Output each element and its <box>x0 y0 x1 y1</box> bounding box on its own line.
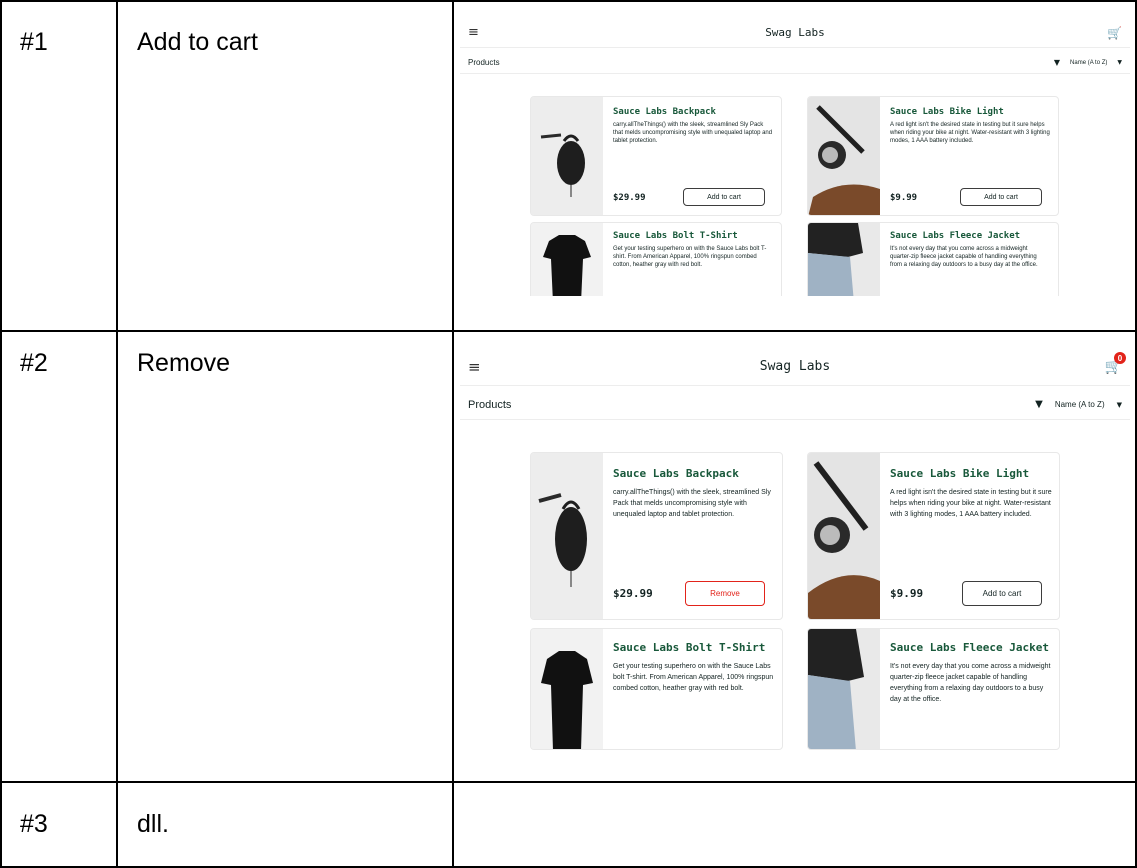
item-description: carry.allTheThings() with the sleek, str… <box>613 489 771 518</box>
hamburger-icon[interactable]: ≡ <box>468 358 481 376</box>
product-image-fleece-jacket[interactable] <box>808 629 880 749</box>
sort-value: Name (A to Z) <box>1070 59 1108 66</box>
product-image-tshirt[interactable] <box>531 223 603 296</box>
item-description: A red light isn't the desired state in t… <box>890 489 1052 518</box>
row-number: #1 <box>20 28 48 56</box>
item-description: Get your testing superhero on with the S… <box>613 663 774 692</box>
screenshot-remove: ≡ Swag Labs 🛒 0 Products ▼ Name (A to Z)… <box>460 348 1130 750</box>
row-number: #3 <box>20 810 48 838</box>
sort-value: Name (A to Z) <box>1054 400 1105 409</box>
item-body: Sauce Labs Fleece Jacket It's not every … <box>880 223 1058 296</box>
item-body: Sauce Labs Bike Light A red light isn't … <box>880 453 1059 619</box>
app-header: ≡ Swag Labs 🛒 0 <box>460 348 1130 386</box>
screenshot-add-to-cart: ≡ Swag Labs 🛒 Products ▼ Name (A to Z) ▼… <box>460 18 1130 296</box>
item-name-link[interactable]: Sauce Labs Bolt T-Shirt <box>613 641 765 654</box>
inventory-item: Sauce Labs Bike Light A red light isn't … <box>807 96 1059 216</box>
chevron-down-icon: ▼ <box>1117 59 1122 66</box>
fleece-jacket-image <box>808 629 880 749</box>
item-description: carry.allTheThings() with the sleek, str… <box>613 122 773 144</box>
product-image-bike-light[interactable] <box>808 453 880 619</box>
product-image-backpack[interactable] <box>531 97 603 215</box>
page-title: Products <box>468 58 500 67</box>
item-body: Sauce Labs Backpack carry.allTheThings()… <box>603 97 781 215</box>
item-description: Get your testing superhero on with the S… <box>613 246 767 268</box>
item-price: $29.99 <box>613 193 646 203</box>
sort-select[interactable]: ▼ Name (A to Z) ▼ <box>1035 399 1122 410</box>
row-label: Add to cart <box>137 28 258 56</box>
row-label: dll. <box>137 810 169 838</box>
products-subheader: Products ▼ Name (A to Z) ▼ <box>460 390 1130 420</box>
products-subheader: Products ▼ Name (A to Z) ▼ <box>460 52 1130 74</box>
inventory-item: Sauce Labs Fleece Jacket It's not every … <box>807 628 1060 750</box>
app-title: Swag Labs <box>765 26 825 39</box>
fleece-jacket-image <box>808 223 880 296</box>
table-border-left <box>0 0 2 868</box>
item-name-link[interactable]: Sauce Labs Bike Light <box>890 107 1004 117</box>
item-description: A red light isn't the desired state in t… <box>890 122 1050 144</box>
item-body: Sauce Labs Bike Light A red light isn't … <box>880 97 1058 215</box>
tshirt-image <box>531 629 603 749</box>
item-body: Sauce Labs Fleece Jacket It's not every … <box>880 629 1059 749</box>
table-row-divider <box>0 781 1137 783</box>
item-body: Sauce Labs Bolt T-Shirt Get your testing… <box>603 223 781 296</box>
inventory-item: Sauce Labs Bolt T-Shirt Get your testing… <box>530 222 782 296</box>
cart-badge: 0 <box>1114 352 1126 364</box>
inventory-item: Sauce Labs Backpack carry.allTheThings()… <box>530 452 783 620</box>
tshirt-image <box>531 223 603 296</box>
product-image-backpack[interactable] <box>531 453 603 619</box>
bike-light-image <box>808 453 880 619</box>
chevron-down-icon: ▼ <box>1116 400 1122 409</box>
item-name-link[interactable]: Sauce Labs Fleece Jacket <box>890 641 1049 654</box>
inventory-item: Sauce Labs Bike Light A red light isn't … <box>807 452 1060 620</box>
table-col-divider <box>452 0 454 868</box>
item-body: Sauce Labs Backpack carry.allTheThings()… <box>603 453 782 619</box>
cart-icon[interactable]: 🛒 <box>1107 26 1122 40</box>
inventory-item: Sauce Labs Backpack carry.allTheThings()… <box>530 96 782 216</box>
bike-light-image <box>808 97 880 215</box>
item-name-link[interactable]: Sauce Labs Bolt T-Shirt <box>613 231 738 241</box>
item-description: It's not every day that you come across … <box>890 663 1051 703</box>
filter-icon: ▼ <box>1035 399 1043 410</box>
add-to-cart-button[interactable]: Add to cart <box>683 188 765 206</box>
row-number: #2 <box>20 349 48 377</box>
item-name-link[interactable]: Sauce Labs Bike Light <box>890 467 1029 480</box>
item-price: $29.99 <box>613 587 653 600</box>
item-body: Sauce Labs Bolt T-Shirt Get your testing… <box>603 629 782 749</box>
backpack-image <box>531 453 603 619</box>
product-image-fleece-jacket[interactable] <box>808 223 880 296</box>
add-to-cart-button[interactable]: Add to cart <box>962 581 1042 606</box>
filter-icon: ▼ <box>1053 58 1061 67</box>
page-title: Products <box>468 398 512 411</box>
item-price: $9.99 <box>890 193 918 203</box>
inventory-item: Sauce Labs Fleece Jacket It's not every … <box>807 222 1059 296</box>
add-to-cart-button[interactable]: Add to cart <box>960 188 1042 206</box>
item-name-link[interactable]: Sauce Labs Backpack <box>613 107 716 117</box>
table-row-divider <box>0 330 1137 332</box>
app-header: ≡ Swag Labs 🛒 <box>460 18 1130 48</box>
app-title: Swag Labs <box>759 359 831 374</box>
sort-select[interactable]: ▼ Name (A to Z) ▼ <box>1054 58 1122 67</box>
table-col-divider <box>116 0 118 868</box>
remove-button[interactable]: Remove <box>685 581 765 606</box>
item-name-link[interactable]: Sauce Labs Fleece Jacket <box>890 231 1020 241</box>
table-border-top <box>0 0 1137 2</box>
item-name-link[interactable]: Sauce Labs Backpack <box>613 467 739 480</box>
product-image-tshirt[interactable] <box>531 629 603 749</box>
hamburger-icon[interactable]: ≡ <box>468 25 479 40</box>
inventory-item: Sauce Labs Bolt T-Shirt Get your testing… <box>530 628 783 750</box>
product-image-bike-light[interactable] <box>808 97 880 215</box>
backpack-image <box>531 97 603 215</box>
item-price: $9.99 <box>890 587 924 600</box>
row-label: Remove <box>137 349 231 377</box>
item-description: It's not every day that you come across … <box>890 246 1038 268</box>
